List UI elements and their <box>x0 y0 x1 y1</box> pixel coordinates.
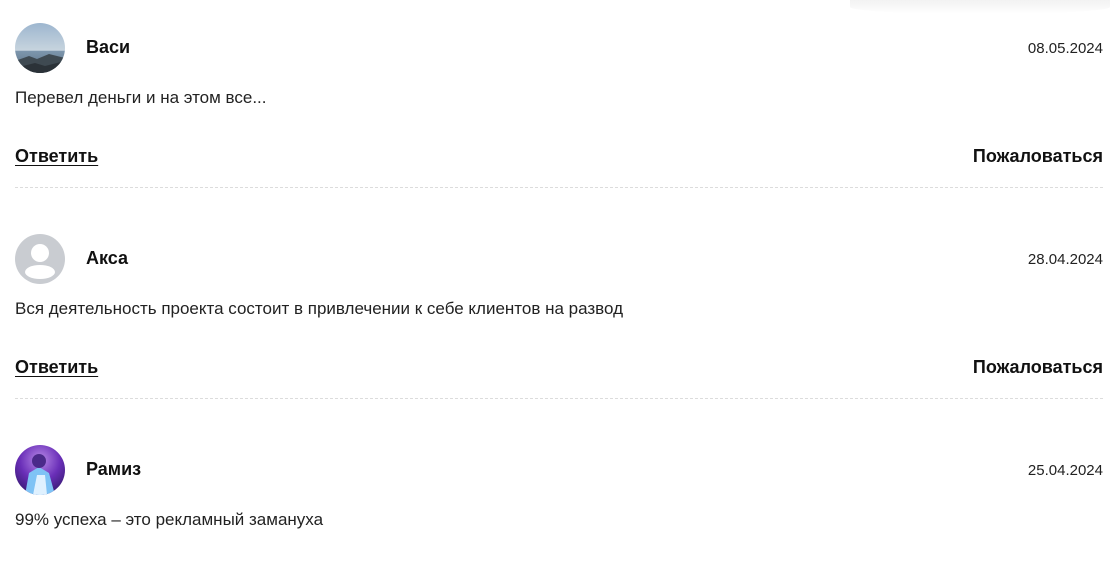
comment-date: 08.05.2024 <box>1027 40 1103 57</box>
comment-item: Васи 08.05.2024 Перевел деньги и на этом… <box>15 23 1103 188</box>
comment-text: 99% успеха – это рекламный замануха <box>15 510 324 529</box>
comment-header: Рамиз 25.04.2024 <box>15 445 1103 495</box>
comment-text: Вся деятельность проекта состоит в привл… <box>15 299 624 318</box>
comment-header: Васи 08.05.2024 <box>15 23 1103 73</box>
top-shadow <box>850 0 1110 14</box>
comment-author: Рамиз <box>86 459 142 479</box>
comment-item: Акса 28.04.2024 Вся деятельность проекта… <box>15 234 1103 399</box>
user-avatar[interactable] <box>15 445 65 495</box>
user-avatar[interactable] <box>15 234 65 284</box>
reply-link[interactable]: Ответить <box>15 146 98 167</box>
comment-divider <box>15 398 1103 399</box>
report-link[interactable]: Пожаловаться <box>973 357 1103 378</box>
comment-header: Акса 28.04.2024 <box>15 234 1103 284</box>
comment-date: 28.04.2024 <box>1027 251 1103 268</box>
comment-text: Перевел деньги и на этом все... <box>15 88 267 107</box>
comment-item: Рамиз 25.04.2024 99% успеха – это реклам… <box>15 445 1103 529</box>
report-link[interactable]: Пожаловаться <box>973 146 1103 167</box>
comment-date: 25.04.2024 <box>1027 462 1103 479</box>
comment-actions: Ответить Пожаловаться <box>15 357 1103 381</box>
comments-list: Васи 08.05.2024 Перевел деньги и на этом… <box>0 0 1119 564</box>
reply-link[interactable]: Ответить <box>15 357 98 378</box>
comment-author: Акса <box>86 248 129 268</box>
comment-divider <box>15 187 1103 188</box>
user-avatar[interactable] <box>15 23 65 73</box>
comment-actions: Ответить Пожаловаться <box>15 146 1103 170</box>
comment-author: Васи <box>86 37 131 57</box>
